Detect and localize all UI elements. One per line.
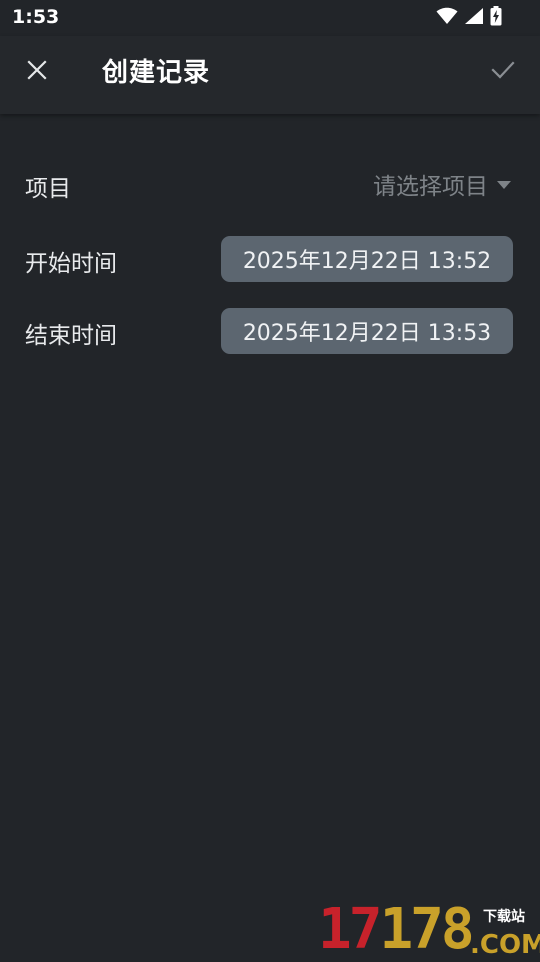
start-time-label: 开始时间 xyxy=(25,251,117,277)
project-placeholder: 请选择项目 xyxy=(373,174,488,200)
status-bar: 1:53 xyxy=(0,0,540,36)
project-select[interactable]: 请选择项目 xyxy=(373,168,512,200)
watermark-number-red: 17 xyxy=(318,897,382,962)
watermark-number-gold: 178 xyxy=(379,897,474,962)
app-bar: 创建记录 xyxy=(0,36,540,114)
wifi-icon xyxy=(436,7,458,29)
start-time-row: 开始时间 2025年12月22日 13:52 xyxy=(0,234,540,284)
project-row: 项目 请选择项目 xyxy=(0,159,540,209)
watermark-logo: 17178 下载站 .COM xyxy=(318,897,540,962)
watermark-site-label: 下载站 xyxy=(483,909,525,925)
battery-charging-icon xyxy=(490,6,502,30)
end-time-label: 结束时间 xyxy=(25,323,117,349)
status-time: 1:53 xyxy=(12,6,60,28)
close-icon xyxy=(27,60,47,84)
watermark-number: 17178 xyxy=(318,897,475,962)
page-title: 创建记录 xyxy=(102,58,211,88)
watermark-domain: .COM xyxy=(470,930,540,960)
status-icons xyxy=(436,6,502,30)
start-time-button[interactable]: 2025年12月22日 13:52 xyxy=(221,236,513,282)
dropdown-arrow-icon xyxy=(496,175,512,194)
project-label: 项目 xyxy=(25,176,71,202)
check-icon xyxy=(491,60,515,84)
cellular-signal-icon xyxy=(464,7,484,29)
end-time-button[interactable]: 2025年12月22日 13:53 xyxy=(221,308,513,354)
close-button[interactable] xyxy=(18,53,56,91)
confirm-button[interactable] xyxy=(484,53,522,91)
end-time-row: 结束时间 2025年12月22日 13:53 xyxy=(0,306,540,356)
